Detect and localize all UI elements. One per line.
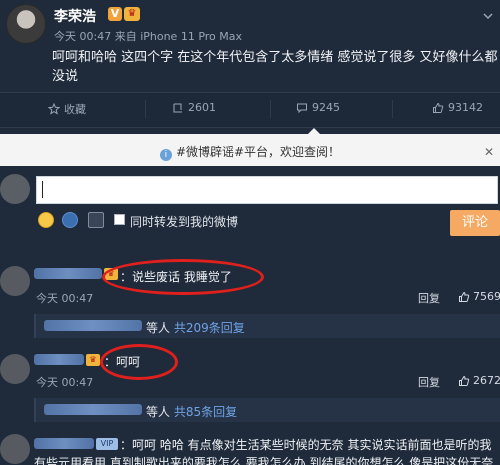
verified-badge-icon: V: [108, 7, 122, 21]
sub-reply-names-blurred: [44, 404, 142, 415]
author-avatar[interactable]: [6, 4, 46, 44]
comment-icon: [297, 103, 307, 113]
image-icon[interactable]: [88, 212, 104, 228]
sub-reply-names-blurred: [44, 320, 142, 331]
repost-count: 2601: [188, 101, 216, 114]
info-icon: i: [159, 149, 172, 161]
post-meta: 今天 00:47 来自 iPhone 11 Pro Max: [54, 28, 242, 44]
commenter-name-blurred[interactable]: [34, 354, 84, 365]
reply-link[interactable]: 回复: [418, 290, 440, 306]
like-count: 93142: [448, 101, 483, 114]
author-name[interactable]: 李荣浩: [54, 6, 96, 26]
comment-like-button[interactable]: 2672: [458, 374, 500, 387]
divider: [145, 100, 146, 118]
sub-replies-count[interactable]: 共209条回复: [174, 321, 245, 335]
notice-label: #微博辟谣#平台，欢迎查阅！: [175, 145, 341, 159]
comment-count: 9245: [312, 101, 340, 114]
sub-replies-summary[interactable]: 等人 共85条回复: [146, 403, 237, 420]
commenter-name-blurred[interactable]: [34, 268, 102, 279]
emoji-icon[interactable]: [38, 212, 54, 228]
reply-link[interactable]: 回复: [418, 374, 440, 390]
repost-button[interactable]: 2601: [172, 101, 216, 114]
like-button[interactable]: 93142: [432, 101, 483, 114]
comment-button[interactable]: 9245: [296, 101, 340, 114]
comment-text: ：呵呵 哈哈 有点像对生活某些时候的无奈 其实说实话前面也是听的我: [120, 438, 492, 452]
comment-like-count: 2672: [473, 374, 500, 387]
close-icon[interactable]: ✕: [484, 145, 494, 159]
member-badge-icon: VIP: [96, 438, 118, 450]
repost-checkbox[interactable]: [114, 214, 125, 225]
highlight-ellipse: [102, 259, 264, 295]
repost-icon: [173, 103, 182, 112]
comment-time: 今天 00:47: [36, 376, 94, 389]
commenter-avatar[interactable]: [0, 434, 30, 464]
comment-input[interactable]: [36, 176, 498, 204]
divider: [392, 100, 393, 118]
crown-badge-icon: ♛: [124, 7, 140, 21]
fan-badge-icon: ♛: [86, 354, 100, 366]
commenter-name-blurred[interactable]: [34, 438, 94, 449]
thumbs-up-icon: [459, 291, 470, 302]
chevron-down-icon[interactable]: [482, 10, 494, 22]
post-source: 来自 iPhone 11 Pro Max: [114, 30, 243, 43]
sub-replies-summary[interactable]: 等人 共209条回复: [146, 319, 245, 336]
commenter-avatar[interactable]: [0, 266, 30, 296]
favorite-button[interactable]: 收藏: [48, 101, 86, 117]
repost-checkbox-label: 同时转发到我的微博: [130, 215, 239, 229]
post-time[interactable]: 今天 00:47: [54, 30, 111, 43]
thumbs-up-icon: [459, 375, 470, 386]
comment-like-button[interactable]: 7569: [458, 290, 500, 303]
sub-replies-count[interactable]: 共85条回复: [174, 405, 237, 419]
post-body: 呵呵和哈哈 这四个字 在这个年代包含了太多情绪 感觉说了很多 又好像什么都没说: [52, 50, 498, 84]
submit-comment-button[interactable]: 评论: [450, 210, 500, 236]
notice-message[interactable]: i #微博辟谣#平台，欢迎查阅！: [0, 143, 500, 161]
favorite-label: 收藏: [64, 103, 86, 116]
thumbs-up-icon: [433, 102, 444, 113]
my-avatar: [0, 174, 30, 204]
sub-replies-suffix: 等人: [146, 405, 171, 419]
star-icon: [48, 103, 60, 115]
comment-text-continued: 有些元用看用 直到制歌出来的要我怎么 要我怎么办 到结尾的你想怎么 像是把这份无…: [34, 456, 494, 465]
divider: [270, 100, 271, 118]
sub-replies-suffix: 等人: [146, 321, 171, 335]
comment-time: 今天 00:47: [36, 292, 94, 305]
comment-like-count: 7569: [473, 290, 500, 303]
gif-icon[interactable]: [62, 212, 78, 228]
commenter-avatar[interactable]: [0, 354, 30, 384]
highlight-ellipse: [100, 344, 178, 380]
text-caret: [42, 181, 43, 198]
